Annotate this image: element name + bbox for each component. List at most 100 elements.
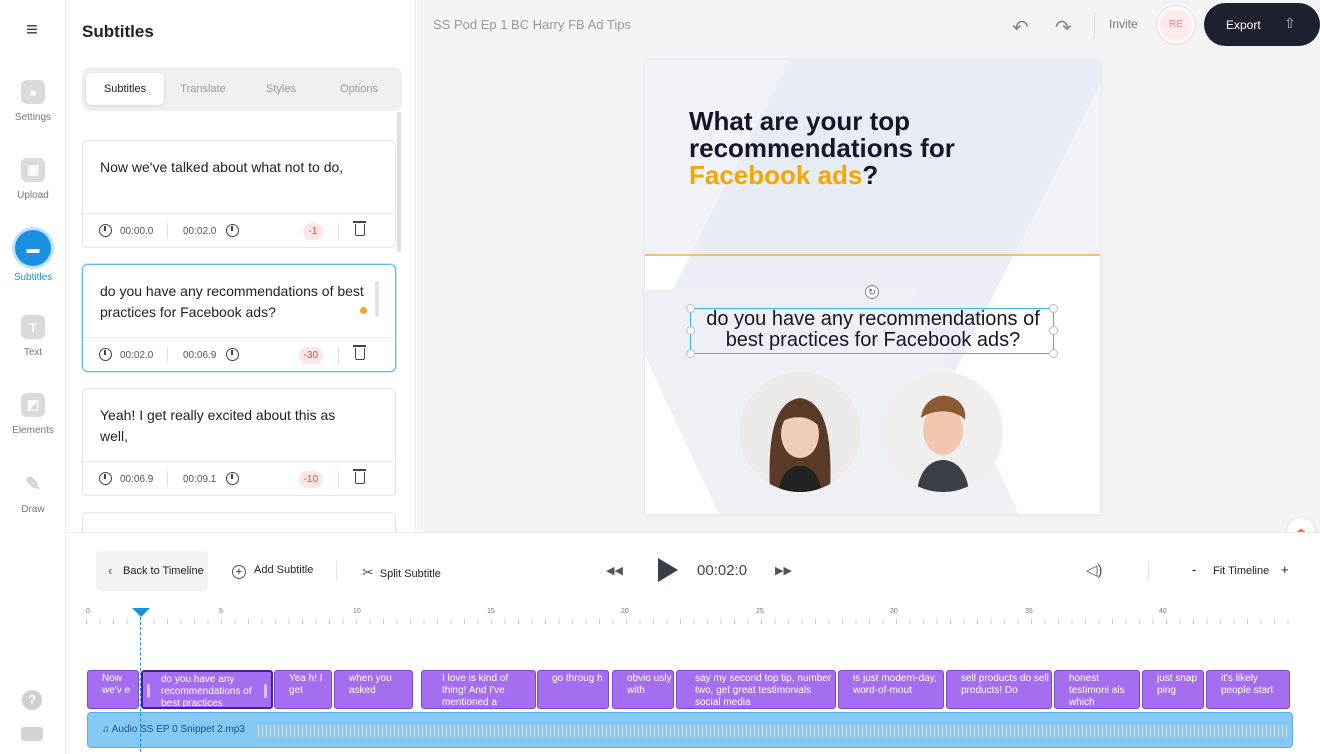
audio-track[interactable]: ♫ Audio SS EP 0 Snippet 2.mp3 [87,712,1293,748]
user-avatar[interactable]: RE [1157,6,1195,44]
undo-icon[interactable]: ↶ [1012,15,1029,40]
rail-item-draw[interactable]: ✎ Draw [0,472,66,516]
resize-handle[interactable] [1049,304,1058,313]
zoom-in-button[interactable]: + [1281,562,1289,577]
ruler-label: 15 [487,608,495,615]
rail-label: Subtitles [13,272,53,283]
subtitles-icon: ▬ [15,230,51,266]
keyboard-icon[interactable] [21,727,43,741]
rail-item-elements[interactable]: ◩ Elements [0,393,66,436]
split-subtitle-button[interactable]: ✂ Split Subtitle [362,564,441,581]
resize-handle[interactable] [686,349,695,358]
trash-icon[interactable] [353,345,366,360]
headline-line: What are your top [689,106,911,136]
subtitle-segment[interactable]: sell products do sell products! Do [946,670,1052,709]
timeline[interactable]: 0 5 10 15 20 25 30 35 40 Now we'v e do y… [66,608,1320,754]
clock-icon [99,224,112,237]
rotate-handle-icon[interactable]: ↻ [865,285,879,299]
trash-icon[interactable] [353,221,366,236]
panel-scrollbar[interactable] [397,112,401,252]
audio-waveform [258,725,1288,737]
playhead[interactable] [132,608,150,754]
play-icon[interactable] [658,558,678,582]
trash-icon[interactable] [353,469,366,484]
ruler-label: 25 [756,608,764,615]
subtitle-segment[interactable]: go throug h [537,670,609,709]
subtitle-card-partial[interactable] [82,512,396,532]
export-button[interactable]: Export ⇧ [1204,3,1320,46]
subtitle-segment[interactable]: is just modern-day, word-of-mout [838,670,944,709]
help-icon[interactable]: ? [22,690,42,710]
subtitle-segment[interactable]: obvio usly with [612,670,674,709]
video-canvas[interactable]: What are your top recommendations for Fa… [645,60,1100,514]
end-time[interactable]: 00:09.1 [183,474,216,485]
divider [1148,561,1149,581]
ruler-label: 5 [219,608,223,615]
rail-label: Text [23,347,43,358]
subtitle-segment[interactable]: it's likely people start [1206,670,1290,709]
export-label: Export [1226,18,1261,32]
subtitle-card[interactable]: Now we've talked about what not to do, 0… [82,140,396,248]
subtitle-text[interactable]: Yeah! I get really excited about this as… [100,405,367,447]
subtitle-card[interactable]: Yeah! I get really excited about this as… [82,388,396,496]
rewind-icon[interactable]: ◀◀ [606,564,623,577]
fast-forward-icon[interactable]: ▶▶ [775,564,792,577]
start-time[interactable]: 00:06.9 [120,474,153,485]
subtitle-segment[interactable]: just snap ping [1142,670,1204,709]
tab-translate[interactable]: Translate [164,73,242,105]
speaker-photo-woman[interactable] [740,372,860,492]
start-time[interactable]: 00:02.0 [120,350,153,361]
volume-icon[interactable]: ◁) [1086,561,1103,579]
tab-styles[interactable]: Styles [242,73,320,105]
subtitle-segment[interactable]: honest testimoni als which [1054,670,1140,709]
resize-handle[interactable] [686,304,695,313]
subtitle-segment[interactable]: Yea h! I get [274,670,332,709]
caption-text[interactable]: do you have any recommendations of best … [691,309,1055,351]
rail-item-settings[interactable]: ● Settings [0,80,66,123]
resize-handle[interactable] [686,326,695,335]
hamburger-menu-icon[interactable]: ≡ [22,20,42,40]
subtitle-text[interactable]: do you have any recommendations of best … [100,281,367,323]
end-time[interactable]: 00:02.0 [183,226,216,237]
plus-circle-icon: + [232,565,246,579]
upload-icon: ⇧ [1284,15,1296,31]
subtitle-segment[interactable]: say my second top tip, number two, get g… [676,670,836,709]
clock-icon [99,348,112,361]
rail-label: Draw [21,504,45,515]
ruler-label: 20 [621,608,629,615]
divider [167,347,168,363]
invite-button[interactable]: Invite [1109,17,1138,31]
left-rail: ≡ ● Settings ▣ Upload ▬ Subtitles T Text… [0,0,66,754]
end-time[interactable]: 00:06.9 [183,350,216,361]
start-time[interactable]: 00:00.0 [120,226,153,237]
fit-timeline-button[interactable]: Fit Timeline [1213,565,1269,577]
card-footer: 00:00.0 00:02.0 -1 [97,221,381,241]
playhead-marker-icon[interactable] [132,608,150,617]
add-subtitle-button[interactable]: + Add Subtitle [232,564,313,579]
subtitle-segment[interactable]: I love is kind of thing! And I've mentio… [421,670,536,709]
subtitles-panel: Subtitles Subtitles Translate Styles Opt… [66,0,416,532]
rail-item-upload[interactable]: ▣ Upload [0,158,66,201]
zoom-out-button[interactable]: - [1192,562,1196,577]
settings-icon: ● [21,80,45,104]
resize-handle[interactable] [1049,349,1058,358]
split-label: Split Subtitle [379,568,441,580]
tab-options[interactable]: Options [320,73,398,105]
rail-item-text[interactable]: T Text [0,315,66,358]
speaker-photo-man[interactable] [883,372,1003,492]
redo-icon[interactable]: ↷ [1055,15,1072,40]
caption-box[interactable]: do you have any recommendations of best … [686,304,1058,358]
subtitle-text[interactable]: Now we've talked about what not to do, [100,157,367,178]
text-scrollbar[interactable] [375,281,379,317]
back-to-timeline-button[interactable]: ‹ Back to Timeline [96,551,208,591]
canvas-headline[interactable]: What are your top recommendations for Fa… [689,108,1069,189]
rail-item-subtitles[interactable]: ▬ Subtitles [0,230,66,283]
subtitle-segment[interactable]: when you asked [334,670,413,709]
subtitle-card-selected[interactable]: do you have any recommendations of best … [82,264,396,372]
tab-subtitles[interactable]: Subtitles [86,73,164,105]
subtitle-segment-selected[interactable]: do you have any recommendations of best … [141,670,273,709]
resize-handle[interactable] [1049,326,1058,335]
document-title[interactable]: SS Pod Ep 1 BC Harry FB Ad Tips [433,17,631,32]
audio-track-label: ♫ Audio SS EP 0 Snippet 2.mp3 [102,724,245,735]
divider [83,461,395,462]
